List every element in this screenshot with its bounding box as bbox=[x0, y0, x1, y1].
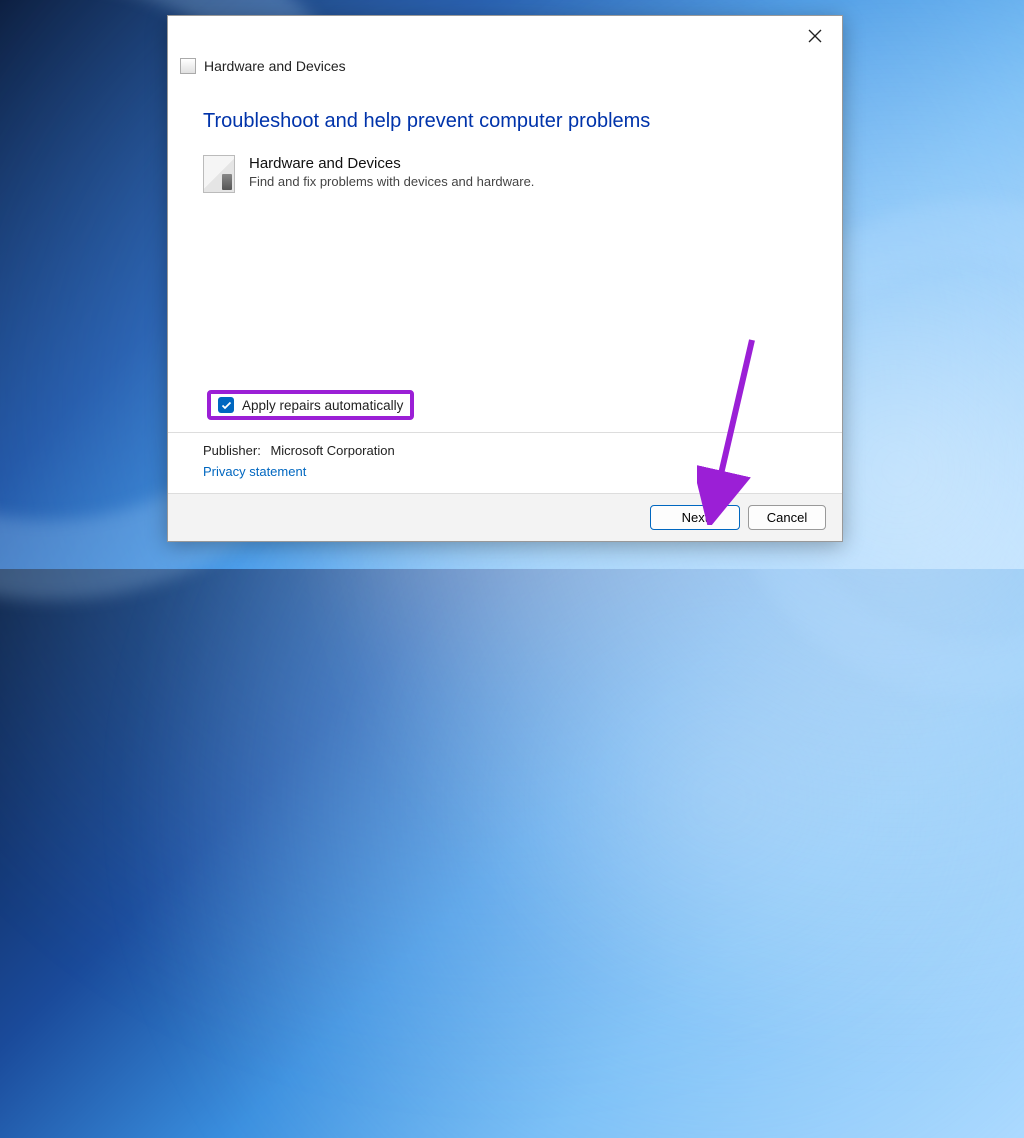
dialog-titlebar bbox=[168, 16, 842, 56]
publisher-info: Publisher: Microsoft Corporation bbox=[203, 443, 807, 458]
troubleshooter-text: Hardware and Devices Find and fix proble… bbox=[249, 155, 534, 189]
annotation-highlight: Apply repairs automatically bbox=[207, 390, 414, 420]
separator bbox=[168, 432, 842, 433]
publisher-label: Publisher: bbox=[203, 443, 261, 458]
troubleshooter-info: Hardware and Devices Find and fix proble… bbox=[203, 155, 807, 193]
next-button[interactable]: Next bbox=[650, 505, 740, 530]
auto-repair-row: Apply repairs automatically bbox=[203, 384, 807, 426]
cancel-button[interactable]: Cancel bbox=[748, 505, 826, 530]
dialog-title: Hardware and Devices bbox=[204, 58, 346, 74]
dialog-title-row: Hardware and Devices bbox=[168, 56, 842, 84]
close-button[interactable] bbox=[800, 21, 830, 51]
troubleshooter-dialog: Hardware and Devices Troubleshoot and he… bbox=[167, 15, 843, 542]
dialog-title-icon bbox=[180, 58, 196, 74]
main-heading: Troubleshoot and help prevent computer p… bbox=[203, 110, 807, 133]
dialog-content: Troubleshoot and help prevent computer p… bbox=[168, 84, 842, 493]
checkmark-icon bbox=[221, 400, 232, 411]
hardware-icon bbox=[203, 155, 235, 193]
close-icon bbox=[808, 29, 822, 43]
troubleshooter-name: Hardware and Devices bbox=[249, 155, 534, 172]
dialog-footer: Next Cancel bbox=[168, 493, 842, 541]
privacy-statement-link[interactable]: Privacy statement bbox=[203, 464, 807, 479]
publisher-name: Microsoft Corporation bbox=[270, 443, 394, 458]
auto-repair-checkbox[interactable] bbox=[218, 397, 234, 413]
troubleshooter-description: Find and fix problems with devices and h… bbox=[249, 174, 534, 189]
auto-repair-label: Apply repairs automatically bbox=[242, 398, 403, 413]
